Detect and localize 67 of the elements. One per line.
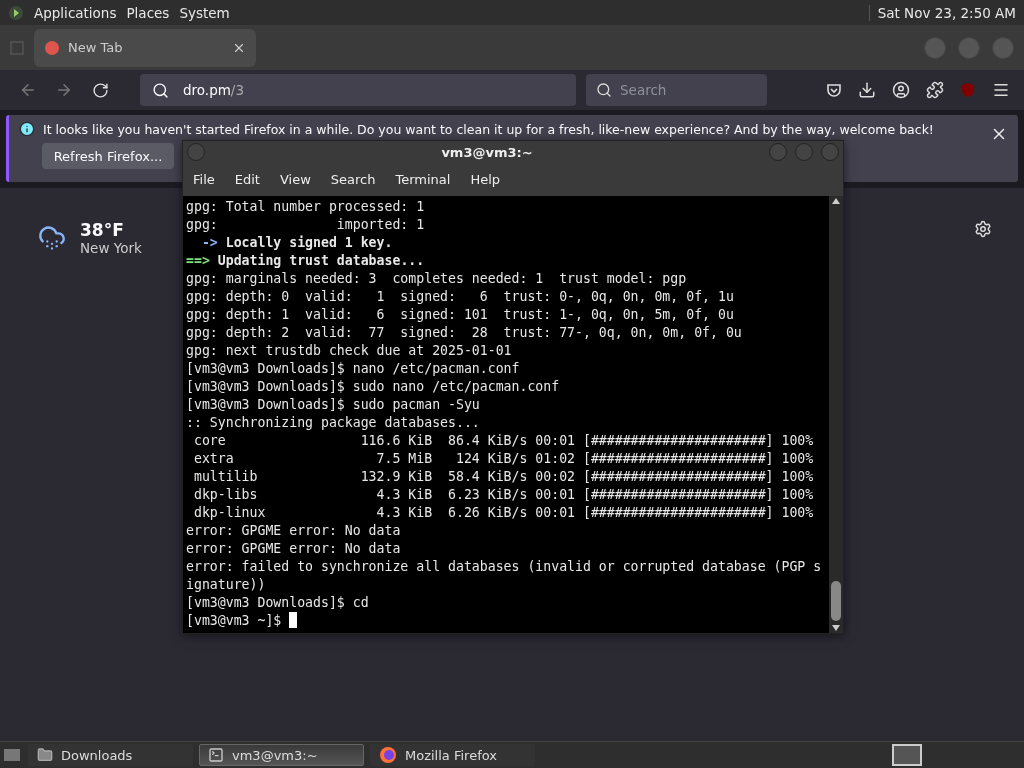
terminal-line: extra 7.5 MiB 124 KiB/s 01:02 [######################] 100%: [192, 450, 815, 468]
refresh-button[interactable]: Refresh Firefox...: [42, 143, 174, 169]
terminal-line: dkp-linux 4.3 KiB 6.26 KiB/s 00:01 [######################] 100%: [192, 504, 815, 522]
terminal-line: dkp-libs 4.3 KiB 6.23 KiB/s 00:01 [######################] 100%: [192, 486, 815, 504]
taskbar-item[interactable]: Downloads: [28, 744, 193, 766]
terminal-line: error: GPGME error: No data: [186, 522, 402, 540]
weather-location: New York: [80, 240, 142, 256]
search-icon: [152, 81, 169, 99]
window-title: vm3@vm3:~: [440, 144, 534, 160]
extensions-icon[interactable]: [926, 81, 944, 99]
pocket-icon[interactable]: [826, 82, 842, 98]
workspace-switcher[interactable]: [892, 744, 922, 766]
terminal-line: -> Locally signed 1 key.: [200, 234, 394, 252]
folder-icon: [37, 747, 53, 763]
app-menu-icon[interactable]: [8, 4, 24, 21]
terminal-line: error: GPGME error: No data: [186, 540, 402, 558]
scroll-up-icon[interactable]: [832, 198, 840, 204]
browser-icon: [379, 746, 397, 764]
address-field[interactable]: dro.pm/3: [140, 74, 576, 106]
terminal-line: [vm3@vm3 Downloads]$ sudo pacman -Syu: [186, 396, 481, 414]
reload-icon[interactable]: [91, 81, 109, 99]
scroll-thumb[interactable]: [831, 581, 841, 621]
taskbar-item[interactable]: Mozilla Firefox: [370, 744, 535, 766]
notification-message: It looks like you haven't started Firefox in a while. Do you want to clean it up for a fresh, like-new experience? And by the way, welcome back!: [43, 121, 934, 137]
panel-menu[interactable]: Applications: [34, 4, 117, 21]
menu-item[interactable]: File: [193, 172, 215, 187]
tab-favicon: [44, 39, 60, 56]
terminal-line: multilib 132.9 KiB 58.4 KiB/s 00:02 [######################] 100%: [192, 468, 815, 486]
menu-item[interactable]: View: [279, 172, 311, 187]
taskbar-item[interactable]: vm3@vm3:~: [199, 744, 364, 766]
panel-menu[interactable]: System: [179, 4, 230, 21]
account-icon[interactable]: [892, 81, 910, 99]
terminal-line: core 116.6 KiB 86.4 KiB/s 00:01 [######################] 100%: [192, 432, 815, 450]
menu-item[interactable]: Search: [330, 172, 376, 187]
menu-item[interactable]: Terminal: [395, 172, 451, 187]
temperature: 38°F: [80, 220, 125, 240]
terminal-line: [vm3@vm3 Downloads]$ cd: [186, 594, 370, 612]
menu-item[interactable]: Help: [470, 172, 501, 187]
search-icon: [596, 82, 612, 98]
terminal-line: [vm3@vm3 Downloads]$ sudo nano /etc/pacman.conf: [186, 378, 561, 396]
terminal-line: gpg: depth: 2 valid: 77 signed: 28 trust: 77-, 0q, 0n, 0m, 0f, 0u: [186, 324, 743, 342]
terminal-line: :: Synchronizing package databases...: [186, 414, 481, 432]
info-icon: [19, 121, 35, 137]
terminal-line: gpg: Total number processed: 1: [186, 198, 426, 216]
terminal-line: error: failed to synchronize all databases (invalid or corrupted database (PGP s: [186, 558, 823, 576]
scrollbar[interactable]: [829, 196, 843, 633]
download-icon[interactable]: [858, 81, 876, 99]
terminal-line: gpg: imported: 1: [186, 216, 426, 234]
clock[interactable]: Sat Nov 23, 2:50 AM: [868, 4, 1016, 21]
snow-cloud-icon: [38, 224, 66, 252]
terminal-line: gpg: depth: 0 valid: 1 signed: 6 trust: 0-, 0q, 0n, 0m, 0f, 1u: [186, 288, 735, 306]
terminal-line: gpg: marginals needed: 3 completes needed: 1 trust model: pgp: [186, 270, 688, 288]
terminal-prompt[interactable]: [vm3@vm3 ~]$: [186, 612, 829, 630]
terminal-line: ignature)): [186, 576, 267, 594]
settings-icon[interactable]: [974, 220, 992, 238]
panel-menu[interactable]: Places: [126, 4, 170, 21]
terminal-line: gpg: next trustdb check due at 2025-01-01: [186, 342, 513, 360]
menu-item[interactable]: Edit: [234, 172, 260, 187]
terminal-line: [vm3@vm3 Downloads]$ nano /etc/pacman.conf: [186, 360, 521, 378]
menu-icon[interactable]: [992, 81, 1010, 99]
terminal-icon: [208, 747, 224, 763]
scroll-down-icon[interactable]: [832, 625, 840, 631]
browser-tab[interactable]: New Tab: [34, 28, 256, 67]
terminal-line: gpg: depth: 1 valid: 6 signed: 101 trust: 1-, 0q, 0n, 5m, 0f, 0u: [186, 306, 735, 324]
forward-arrow-icon[interactable]: [55, 81, 73, 99]
terminal-line: ==> Updating trust database...: [186, 252, 426, 270]
show-desktop-icon[interactable]: [2, 746, 22, 764]
